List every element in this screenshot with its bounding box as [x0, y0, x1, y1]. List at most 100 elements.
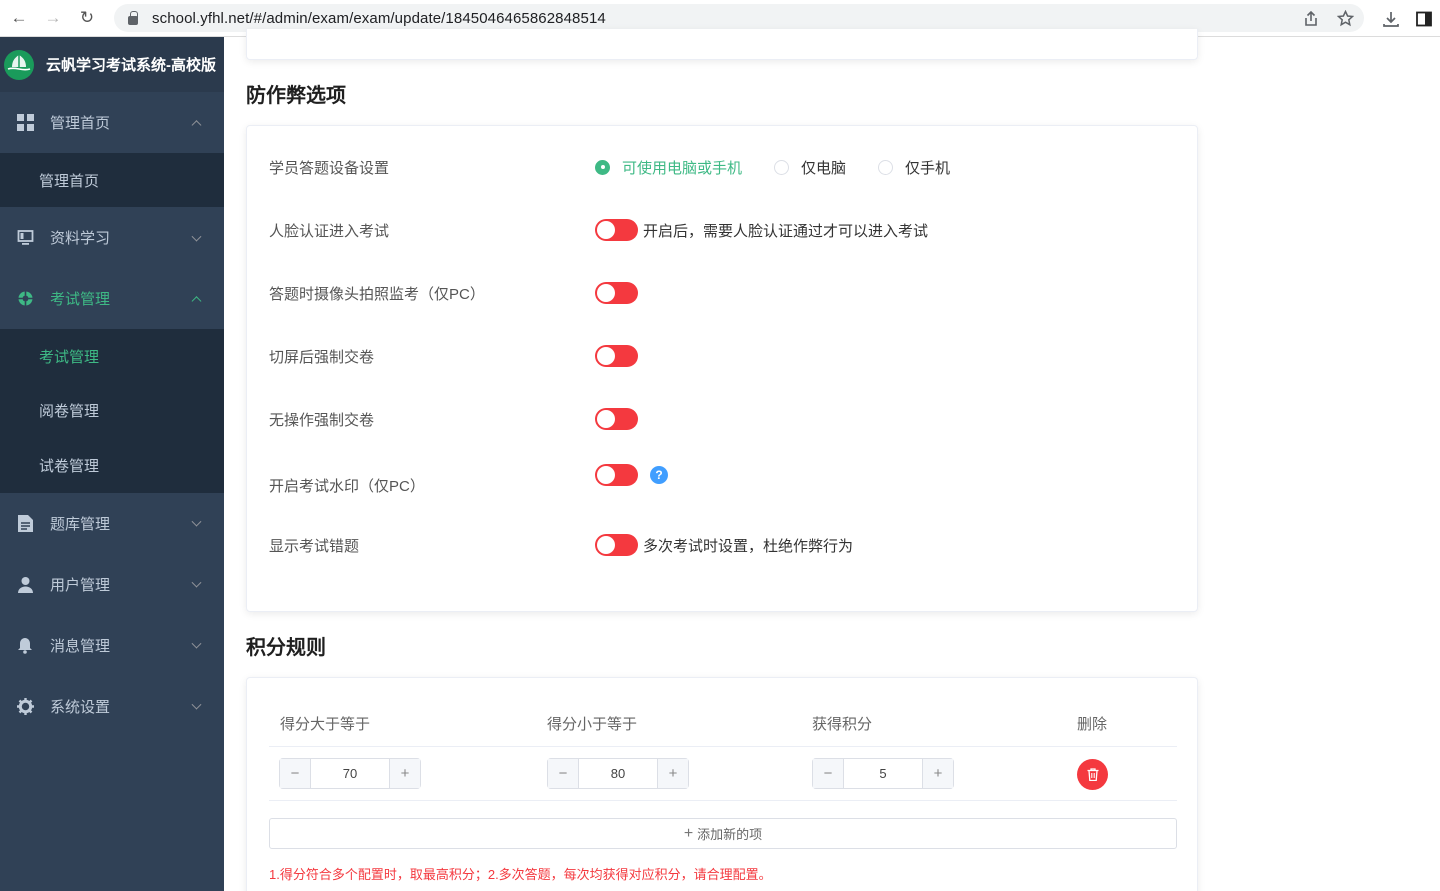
menu-settings[interactable]: 系统设置: [0, 676, 224, 737]
switch-screen-switch[interactable]: [595, 345, 638, 367]
document-icon: [16, 514, 34, 532]
menu-learning[interactable]: 资料学习: [0, 207, 224, 268]
submenu-dashboard: 管理首页: [0, 153, 224, 207]
idle-submit-switch[interactable]: [595, 408, 638, 430]
monitor-icon: [16, 229, 34, 247]
chevron-down-icon: [191, 516, 202, 527]
watermark-row: 开启考试水印（仅PC） ?: [269, 462, 1169, 502]
anti-cheat-title: 防作弊选项: [246, 85, 346, 107]
previous-section-card: [246, 29, 1198, 60]
switch-screen-label: 切屏后强制交卷: [269, 348, 375, 366]
face-auth-row: 人脸认证进入考试 开启后，需要人脸认证通过才可以进入考试: [269, 210, 1169, 250]
menu-question-bank[interactable]: 题库管理: [0, 493, 224, 554]
menu-messages[interactable]: 消息管理: [0, 615, 224, 676]
face-auth-note: 开启后，需要人脸认证通过才可以进入考试: [643, 222, 929, 240]
forward-icon[interactable]: →: [36, 0, 70, 37]
star-icon[interactable]: [1337, 9, 1354, 27]
address-bar[interactable]: school.yfhl.net/#/admin/exam/exam/update…: [114, 4, 1364, 32]
lock-icon: [128, 10, 138, 25]
max-score-stepper[interactable]: − 80 +: [547, 758, 689, 789]
points-table-header: 得分大于等于 得分小于等于 获得积分 删除: [269, 678, 1177, 747]
radio-pc-or-mobile[interactable]: 可使用电脑或手机: [595, 157, 742, 178]
trash-icon: [1087, 768, 1098, 781]
sidebar: 云帆学习考试系统-高校版 管理首页 管理首页 资料学习 考试管理 考试管理 阅卷…: [0, 37, 224, 891]
share-icon[interactable]: [1303, 10, 1319, 27]
menu-label: 管理首页: [50, 115, 111, 132]
watermark-switch[interactable]: [595, 464, 638, 486]
plus-icon: +: [683, 824, 694, 842]
exam-icon: [16, 290, 34, 308]
camera-monitor-switch[interactable]: [595, 282, 638, 304]
points-stepper[interactable]: − 5 +: [812, 758, 954, 789]
increment-button[interactable]: +: [389, 759, 420, 788]
watermark-label: 开启考试水印（仅PC）: [269, 478, 425, 495]
reload-icon[interactable]: ↻: [70, 0, 104, 37]
chevron-down-icon: [191, 577, 202, 588]
table-row: − 70 + − 80 + − 5 +: [269, 747, 1177, 801]
brand-title: 云帆学习考试系统-高校版: [46, 57, 216, 74]
face-auth-switch[interactable]: [595, 219, 638, 241]
device-radio-group: 可使用电脑或手机 仅电脑 仅手机: [595, 157, 982, 178]
menu-label: 消息管理: [50, 637, 111, 655]
anti-cheat-card: 学员答题设备设置 可使用电脑或手机 仅电脑 仅手机 人脸认证进入考试 开启后，需…: [246, 125, 1198, 612]
submenu-item-grading[interactable]: 阅卷管理: [0, 384, 224, 439]
download-icon[interactable]: [1382, 10, 1400, 28]
idle-submit-row: 无操作强制交卷: [269, 399, 1169, 439]
menu-dashboard[interactable]: 管理首页: [0, 92, 224, 153]
points-title: 积分规则: [246, 637, 326, 659]
show-wrong-label: 显示考试错题: [269, 537, 360, 555]
help-icon[interactable]: ?: [650, 466, 668, 484]
header-delete: 删除: [1077, 716, 1108, 733]
menu-label: 用户管理: [50, 576, 111, 594]
brand: 云帆学习考试系统-高校版: [0, 37, 224, 92]
decrement-button[interactable]: −: [548, 759, 579, 788]
main-content: 防作弊选项 学员答题设备设置 可使用电脑或手机 仅电脑 仅手机 人脸认证进入考试…: [224, 29, 1440, 891]
menu-label: 资料学习: [50, 230, 111, 247]
header-max-score: 得分小于等于: [547, 716, 638, 733]
back-icon[interactable]: ←: [2, 0, 36, 37]
device-setting-row: 学员答题设备设置 可使用电脑或手机 仅电脑 仅手机: [269, 147, 1169, 187]
show-wrong-note: 多次考试时设置，杜绝作弊行为: [643, 537, 854, 555]
menu-label: 系统设置: [50, 698, 111, 716]
max-score-value[interactable]: 80: [579, 759, 657, 788]
chevron-up-icon: [191, 119, 202, 130]
camera-monitor-label: 答题时摄像头拍照监考（仅PC）: [269, 285, 485, 303]
radio-pc-only[interactable]: 仅电脑: [774, 157, 846, 178]
bell-icon: [16, 636, 34, 654]
submenu-item-papers[interactable]: 试卷管理: [0, 438, 224, 493]
menu-exam[interactable]: 考试管理: [0, 268, 224, 329]
device-setting-label: 学员答题设备设置: [269, 159, 390, 177]
show-wrong-switch[interactable]: [595, 534, 638, 556]
gear-icon: [16, 697, 34, 715]
chevron-down-icon: [191, 231, 202, 242]
delete-button[interactable]: [1077, 759, 1108, 790]
increment-button[interactable]: +: [657, 759, 688, 788]
user-icon: [16, 575, 34, 593]
add-item-label: 添加新的项: [697, 827, 763, 842]
show-wrong-row: 显示考试错题 多次考试时设置，杜绝作弊行为: [269, 525, 1169, 565]
points-note: 1.得分符合多个配置时，取最高积分；2.多次答题，每次均获得对应积分，请合理配置…: [269, 867, 772, 882]
increment-button[interactable]: +: [922, 759, 953, 788]
radio-mobile-only[interactable]: 仅手机: [878, 157, 950, 178]
min-score-stepper[interactable]: − 70 +: [279, 758, 421, 789]
add-item-button[interactable]: + 添加新的项: [269, 818, 1177, 849]
header-min-score: 得分大于等于: [280, 716, 371, 733]
points-card: 得分大于等于 得分小于等于 获得积分 删除 − 70 + − 80 + − 5 …: [246, 677, 1198, 891]
url-text: school.yfhl.net/#/admin/exam/exam/update…: [152, 9, 606, 27]
idle-submit-label: 无操作强制交卷: [269, 411, 375, 429]
menu-users[interactable]: 用户管理: [0, 554, 224, 615]
submenu-item-home[interactable]: 管理首页: [0, 153, 224, 207]
side-panel-icon[interactable]: [1416, 11, 1432, 27]
chevron-up-icon: [191, 295, 202, 306]
min-score-value[interactable]: 70: [311, 759, 389, 788]
decrement-button[interactable]: −: [813, 759, 844, 788]
menu-label: 题库管理: [50, 515, 111, 533]
header-points: 获得积分: [812, 716, 873, 733]
switch-screen-row: 切屏后强制交卷: [269, 336, 1169, 376]
chevron-down-icon: [191, 638, 202, 649]
points-value[interactable]: 5: [844, 759, 922, 788]
decrement-button[interactable]: −: [280, 759, 311, 788]
menu-label: 考试管理: [50, 291, 111, 308]
camera-monitor-row: 答题时摄像头拍照监考（仅PC）: [269, 273, 1169, 313]
submenu-item-exam-manage[interactable]: 考试管理: [0, 329, 224, 384]
